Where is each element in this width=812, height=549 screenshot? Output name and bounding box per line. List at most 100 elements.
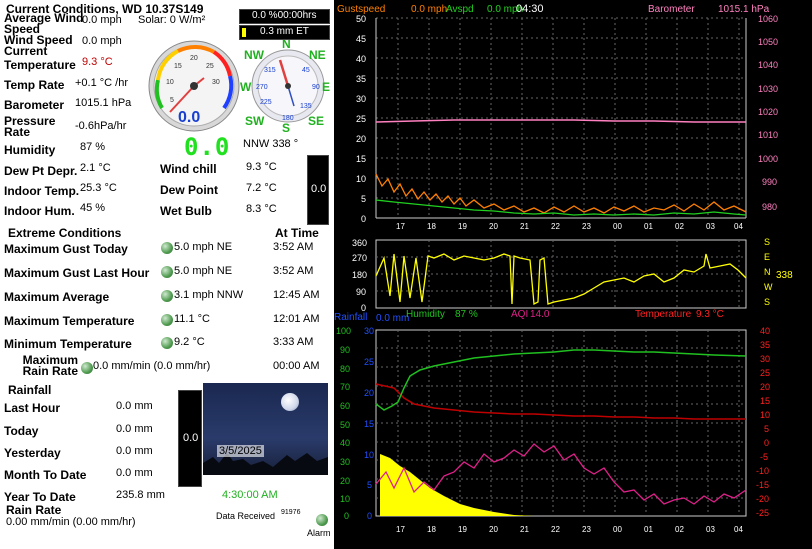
status-led: [161, 337, 173, 349]
compass-tick-315: 315: [264, 67, 276, 74]
direction-tick: 360: [352, 238, 367, 248]
et-level-bar: [242, 28, 246, 37]
hour-tick: 04: [734, 222, 743, 230]
humidity-line: [375, 349, 747, 411]
wind-speed-gauge: 5 10 15 20 25 30 0.0: [148, 40, 240, 132]
hour-tick: 01: [644, 525, 653, 534]
status-led: [81, 362, 93, 374]
hour-tick: 04: [734, 525, 743, 534]
humidity-tick: 0: [344, 511, 349, 521]
gauge-tick-10: 10: [166, 79, 174, 86]
sky-camera-image: 3/5/2025: [203, 383, 328, 475]
humidity-tick: 70: [340, 382, 350, 392]
humidity-tick: 40: [340, 438, 350, 448]
compass-tick-90: 90: [312, 84, 320, 91]
rain-rate-value: 0.00 mm/min (0.00 mm/hr): [6, 516, 136, 528]
hour-tick: 00: [613, 525, 622, 534]
gauge-tick-5: 5: [170, 97, 174, 104]
pressure-rate-label: Pressure Rate: [4, 114, 56, 139]
hour-tick: 03: [706, 525, 715, 534]
temperature-tick: 40: [760, 326, 770, 336]
data-received-count: 91976: [281, 509, 301, 516]
rain-rate-label: Rain Rate: [6, 503, 62, 517]
humidity-graph-value: 87 %: [455, 309, 478, 320]
temperature-tick: 15: [760, 396, 770, 406]
extreme-row-label: Maximum Average: [4, 290, 110, 304]
current-wind-value: 0.0 mph: [82, 35, 122, 47]
hour-tick: 01: [644, 222, 653, 230]
dew-point-value: 7.2 °C: [246, 182, 277, 194]
extreme-row-time: 3:52 AM: [273, 265, 314, 277]
compass-e: E: [322, 80, 331, 94]
hour-tick: 20: [489, 222, 498, 230]
digital-wind-readout: 0.0: [184, 133, 231, 161]
extreme-row-value: 5.0 mph NE: [174, 265, 233, 277]
extreme-row-time: 3:33 AM: [273, 336, 314, 348]
rain-tick: 20: [364, 388, 374, 398]
direction-heading: 338: [776, 270, 793, 281]
avspd-line: [375, 199, 747, 216]
extremes-at-time-header: At Time: [275, 226, 319, 240]
temperature-line: [375, 383, 746, 420]
left-tick: 40: [356, 54, 366, 64]
gauge-tick-20: 20: [190, 55, 198, 62]
hour-tick: 20: [489, 525, 498, 534]
direction-letter-w: W: [764, 282, 773, 292]
right-tick: 990: [762, 177, 777, 187]
direction-letter-s: S: [764, 237, 770, 247]
temperature-tick: -20: [756, 494, 769, 504]
dew-depression-label: Dew Pt Depr.: [4, 164, 78, 178]
barometer-label: Barometer: [4, 98, 65, 112]
gust-line: [375, 173, 747, 214]
extreme-row-label: Maximum Temperature: [4, 314, 135, 328]
direction-tick: 270: [352, 253, 367, 263]
hour-tick: 21: [520, 222, 529, 230]
status-led: [161, 266, 173, 278]
wind-chill-value: 9.3 °C: [246, 161, 277, 173]
data-received-label: Data Received: [216, 511, 276, 521]
temperature-tick: -25: [756, 508, 769, 518]
direction-letter-n: N: [764, 267, 771, 277]
status-led: [161, 290, 173, 302]
rain-tick: 25: [364, 357, 374, 367]
barometer-value: 1015.1 hPa: [75, 97, 132, 109]
right-tick: 1030: [758, 84, 778, 94]
temperature-tick: 20: [760, 382, 770, 392]
extreme-row-value: 5.0 mph NE: [174, 241, 233, 253]
hour-tick: 23: [582, 222, 591, 230]
temperature-value: 9.3 °C: [82, 56, 113, 68]
wind-chill-label: Wind chill: [160, 162, 217, 176]
right-tick: 1060: [758, 14, 778, 24]
alarm-led[interactable]: [316, 514, 328, 526]
compass-tick-45: 45: [302, 67, 310, 74]
rain-row-value: 0.0 mm: [116, 400, 153, 412]
rain-box: 0.0: [178, 390, 202, 487]
rain-tick: 10: [364, 450, 374, 460]
dew-point-label: Dew Point: [160, 183, 219, 197]
rain-row-value: 0.0 mm: [116, 445, 153, 457]
tree-silhouette: [203, 453, 328, 475]
left-tick: 0: [361, 214, 366, 224]
indoor-humidity-label: Indoor Hum.: [4, 204, 75, 218]
left-tick: 15: [356, 154, 366, 164]
humidity-temperature-graph: 100 90 80 70 60 50 40 30 20 10 0 30 25 2…: [336, 326, 770, 534]
left-tick: 25: [356, 114, 366, 124]
hour-tick: 03: [706, 222, 715, 230]
temp-rate-value: +0.1 °C /hr: [75, 77, 129, 89]
extreme-row-label: Maximum Gust Today: [4, 242, 128, 256]
right-tick: 1010: [758, 130, 778, 140]
gauge-value: 0.0: [178, 109, 200, 126]
extreme-row-value: 9.2 °C: [174, 336, 205, 348]
humidity-tick: 60: [340, 401, 350, 411]
hour-tick: 19: [458, 222, 467, 230]
alarm-label[interactable]: Alarm: [307, 528, 331, 538]
humidity-tick: 90: [340, 345, 350, 355]
temperature-tick: -5: [760, 452, 768, 462]
temperature-tick: 25: [760, 368, 770, 378]
rain-indicator-value: 0.0: [311, 183, 327, 195]
temperature-label: Temperature: [4, 58, 76, 72]
compass-w: W: [240, 80, 252, 94]
extreme-row-value: 0.0 mm/min (0.0 mm/hr): [93, 360, 211, 372]
left-tick: 45: [356, 34, 366, 44]
temperature-tick: 5: [764, 424, 769, 434]
